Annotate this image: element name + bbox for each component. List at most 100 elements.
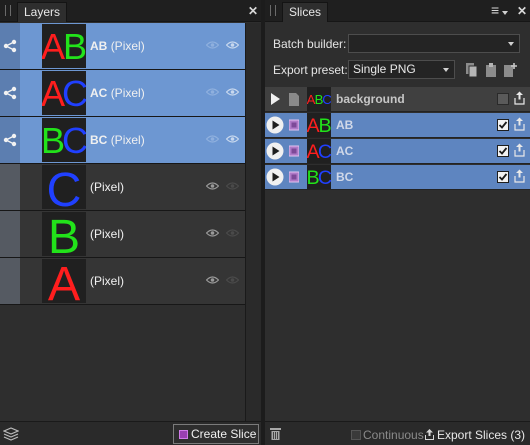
layer-thumbnail-image: AB — [42, 26, 86, 67]
checkmark-icon — [498, 147, 508, 155]
layer-thumbnail-image: A — [48, 259, 81, 303]
layer-row[interactable]: B (Pixel) — [0, 211, 245, 258]
layer-thumbnail: AB — [42, 24, 86, 68]
visibility-eye-icon[interactable] — [206, 40, 219, 50]
layer-handle[interactable] — [0, 23, 20, 69]
lock-eye-icon[interactable] — [226, 228, 239, 238]
continuous-checkbox[interactable] — [351, 430, 361, 440]
layer-row[interactable]: A (Pixel) — [0, 258, 245, 305]
close-panel-button[interactable]: ✕ — [248, 3, 258, 19]
layer-handle[interactable] — [0, 70, 20, 116]
layer-type: (Pixel) — [110, 133, 145, 147]
layer-row[interactable]: A C AC (Pixel) — [0, 70, 245, 117]
panel-grip-icon[interactable] — [5, 5, 11, 16]
layers-scrollbar[interactable] — [245, 23, 261, 421]
slice-row[interactable]: A B C background — [265, 87, 530, 112]
document-icon — [289, 93, 299, 106]
lock-eye-icon[interactable] — [226, 134, 239, 144]
layer-thumbnail-image: B — [48, 212, 80, 256]
layer-name: AC (Pixel) — [90, 85, 145, 101]
panel-menu-icon[interactable]: ≡ — [491, 2, 499, 18]
layer-handle[interactable] — [0, 258, 20, 304]
slice-name: AB — [336, 118, 354, 132]
export-slice-icon[interactable] — [514, 117, 525, 131]
export-slices-label: Export Slices (3) — [437, 428, 526, 442]
layer-type: (Pixel) — [90, 227, 125, 241]
expand-play-icon[interactable] — [265, 141, 285, 161]
expand-play-icon[interactable] — [265, 167, 285, 187]
layer-thumbnail-image: AC — [42, 73, 86, 114]
panel-grip-icon[interactable] — [270, 5, 276, 16]
layer-row[interactable]: C (Pixel) — [0, 164, 245, 211]
expand-play-icon[interactable] — [265, 89, 285, 109]
layer-thumbnail-image: C — [47, 165, 82, 209]
visibility-eye-icon[interactable] — [206, 181, 219, 191]
slice-thumbnail-image: A BC — [307, 92, 331, 107]
slice-thumbnail-image: AC — [307, 141, 331, 163]
batch-builder-dropdown[interactable] — [348, 34, 520, 53]
export-preset-label: Export preset: — [273, 63, 348, 77]
slice-export-checkbox[interactable] — [497, 145, 509, 157]
visibility-eye-icon[interactable] — [206, 228, 219, 238]
add-preset-icon[interactable] — [503, 62, 517, 78]
export-slices-button[interactable]: Export Slices (3) — [425, 427, 525, 443]
slice-export-checkbox[interactable] — [497, 119, 509, 131]
visibility-eye-icon[interactable] — [206, 275, 219, 285]
create-slice-label: Create Slice — [191, 426, 257, 441]
layers-stack-icon[interactable] — [3, 427, 19, 441]
slice-row[interactable]: A C AC — [265, 139, 530, 164]
copy-preset-icon[interactable] — [465, 62, 479, 78]
slice-name: BC — [336, 170, 354, 184]
layer-name: (Pixel) — [90, 179, 124, 195]
tab-slices[interactable]: Slices — [282, 2, 329, 22]
slice-row[interactable]: B C BC — [265, 165, 530, 190]
fx-link-icon[interactable] — [3, 39, 17, 53]
layer-type: (Pixel) — [110, 39, 145, 53]
close-panel-button[interactable]: ✕ — [517, 3, 527, 19]
fx-link-icon[interactable] — [3, 133, 17, 147]
thumbnail-letter: A — [42, 26, 65, 67]
layer-thumbnail: A — [42, 259, 86, 303]
layer-thumbnail: BC — [42, 118, 86, 162]
slice-thumbnail: BC — [307, 165, 331, 189]
layers-tabbar: Layers ✕ — [0, 0, 261, 22]
visibility-eye-icon[interactable] — [206, 87, 219, 97]
export-slice-icon[interactable] — [514, 143, 525, 157]
thumbnail-letter: B — [48, 212, 80, 256]
paste-preset-icon[interactable] — [484, 62, 498, 78]
thumbnail-letter: C — [62, 120, 86, 161]
lock-eye-icon[interactable] — [226, 40, 239, 50]
thumbnail-letter: B — [318, 115, 331, 137]
visibility-eye-icon[interactable] — [206, 134, 219, 144]
layer-row[interactable]: B C BC (Pixel) — [0, 117, 245, 164]
create-slice-button[interactable]: Create Slice — [173, 424, 259, 444]
menu-arrow-icon — [502, 11, 508, 15]
layer-handle[interactable] — [0, 164, 20, 210]
thumbnail-letter: C — [47, 165, 82, 209]
slice-export-checkbox[interactable] — [497, 171, 509, 183]
slices-bottombar: Continuous Export Slices (3) — [265, 421, 530, 445]
slices-tabbar: Slices ≡ ✕ — [265, 0, 530, 22]
checkmark-icon — [498, 173, 508, 181]
layer-name: (Pixel) — [90, 273, 124, 289]
delete-slice-icon[interactable] — [270, 427, 281, 440]
slice-export-checkbox[interactable] — [497, 93, 509, 105]
checkmark-icon — [498, 121, 508, 129]
slice-row[interactable]: A B AB — [265, 113, 530, 138]
lock-eye-icon[interactable] — [226, 275, 239, 285]
layer-row[interactable]: A B AB (Pixel) — [0, 23, 245, 70]
export-slice-icon[interactable] — [514, 91, 525, 105]
tab-layers[interactable]: Layers — [17, 2, 68, 22]
lock-eye-icon[interactable] — [226, 181, 239, 191]
expand-play-icon[interactable] — [265, 115, 285, 135]
lock-eye-icon[interactable] — [226, 87, 239, 97]
export-icon — [425, 429, 434, 440]
fx-link-icon[interactable] — [3, 86, 17, 100]
export-preset-dropdown[interactable]: Single PNG — [348, 60, 455, 79]
layer-handle[interactable] — [0, 211, 20, 257]
layer-handle[interactable] — [0, 117, 20, 163]
layer-name-bold: AB — [90, 39, 108, 53]
slice-thumbnail-image: BC — [307, 167, 331, 189]
export-slice-icon[interactable] — [514, 169, 525, 183]
layer-thumbnail-image: BC — [42, 120, 86, 161]
